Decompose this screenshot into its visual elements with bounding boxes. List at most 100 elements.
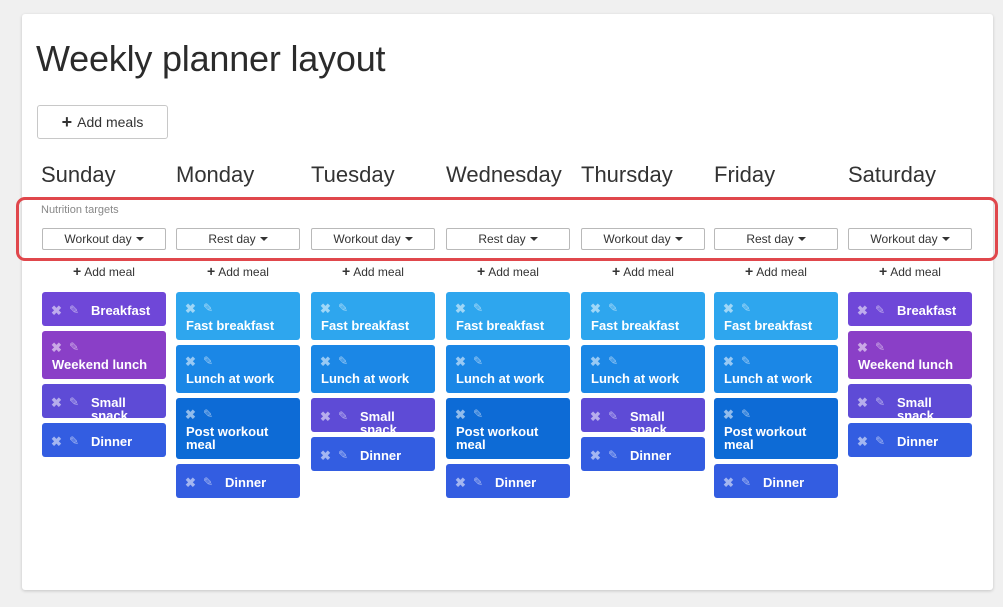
meal-label: Weekend lunch bbox=[858, 357, 954, 372]
remove-icon[interactable]: ✖ bbox=[723, 408, 734, 421]
pencil-icon[interactable]: ✎ bbox=[69, 435, 79, 447]
meal-card[interactable]: ✖ ✎ Small snack bbox=[42, 384, 166, 422]
remove-icon[interactable]: ✖ bbox=[185, 476, 196, 489]
meal-card[interactable]: ✖ ✎ Fast breakfast bbox=[176, 292, 300, 340]
remove-icon[interactable]: ✖ bbox=[185, 408, 196, 421]
meal-card[interactable]: ✖ ✎ Lunch at work bbox=[714, 345, 838, 393]
remove-icon[interactable]: ✖ bbox=[590, 410, 601, 423]
meal-card[interactable]: ✖ ✎ Fast breakfast bbox=[714, 292, 838, 340]
meal-label: Dinner bbox=[360, 448, 402, 463]
meal-card[interactable]: ✖ ✎ Fast breakfast bbox=[311, 292, 435, 340]
pencil-icon[interactable]: ✎ bbox=[69, 396, 79, 408]
meal-label: Dinner bbox=[225, 475, 267, 490]
pencil-icon[interactable]: ✎ bbox=[473, 476, 483, 488]
add-meal-link[interactable]: + Add meal bbox=[581, 263, 705, 279]
remove-icon[interactable]: ✖ bbox=[590, 449, 601, 462]
remove-icon[interactable]: ✖ bbox=[723, 476, 734, 489]
pencil-icon[interactable]: ✎ bbox=[203, 302, 213, 314]
remove-icon[interactable]: ✖ bbox=[51, 435, 62, 448]
meal-card[interactable]: ✖ ✎ Fast breakfast bbox=[581, 292, 705, 340]
remove-icon[interactable]: ✖ bbox=[857, 396, 868, 409]
pencil-icon[interactable]: ✎ bbox=[69, 304, 79, 316]
pencil-icon[interactable]: ✎ bbox=[203, 476, 213, 488]
day-name: Sunday bbox=[41, 162, 116, 187]
add-meal-link[interactable]: + Add meal bbox=[714, 263, 838, 279]
pencil-icon[interactable]: ✎ bbox=[875, 341, 885, 353]
add-meal-label: Add meal bbox=[84, 265, 135, 279]
pencil-icon[interactable]: ✎ bbox=[608, 410, 618, 422]
pencil-icon[interactable]: ✎ bbox=[473, 355, 483, 367]
pencil-icon[interactable]: ✎ bbox=[203, 355, 213, 367]
meal-card[interactable]: ✖ ✎ Breakfast bbox=[848, 292, 972, 326]
meal-card[interactable]: ✖ ✎ Dinner bbox=[581, 437, 705, 471]
meal-card[interactable]: ✖ ✎ Lunch at work bbox=[311, 345, 435, 393]
remove-icon[interactable]: ✖ bbox=[320, 355, 331, 368]
pencil-icon[interactable]: ✎ bbox=[608, 449, 618, 461]
meal-card[interactable]: ✖ ✎ Weekend lunch bbox=[848, 331, 972, 379]
meal-card[interactable]: ✖ ✎ Fast breakfast bbox=[446, 292, 570, 340]
add-meal-link[interactable]: + Add meal bbox=[311, 263, 435, 279]
meal-card[interactable]: ✖ ✎ Dinner bbox=[446, 464, 570, 498]
remove-icon[interactable]: ✖ bbox=[857, 435, 868, 448]
pencil-icon[interactable]: ✎ bbox=[203, 408, 213, 420]
pencil-icon[interactable]: ✎ bbox=[608, 302, 618, 314]
remove-icon[interactable]: ✖ bbox=[455, 355, 466, 368]
remove-icon[interactable]: ✖ bbox=[51, 341, 62, 354]
meal-card[interactable]: ✖ ✎ Weekend lunch bbox=[42, 331, 166, 379]
remove-icon[interactable]: ✖ bbox=[723, 355, 734, 368]
meal-label: Lunch at work bbox=[456, 371, 545, 386]
add-meals-button[interactable]: + Add meals bbox=[37, 105, 168, 139]
pencil-icon[interactable]: ✎ bbox=[741, 408, 751, 420]
meal-card[interactable]: ✖ ✎ Dinner bbox=[848, 423, 972, 457]
remove-icon[interactable]: ✖ bbox=[455, 302, 466, 315]
meal-card[interactable]: ✖ ✎ Lunch at work bbox=[446, 345, 570, 393]
pencil-icon[interactable]: ✎ bbox=[338, 449, 348, 461]
remove-icon[interactable]: ✖ bbox=[51, 304, 62, 317]
plus-icon: + bbox=[612, 263, 621, 279]
pencil-icon[interactable]: ✎ bbox=[338, 302, 348, 314]
add-meal-link[interactable]: + Add meal bbox=[446, 263, 570, 279]
remove-icon[interactable]: ✖ bbox=[51, 396, 62, 409]
meal-card[interactable]: ✖ ✎ Dinner bbox=[176, 464, 300, 498]
pencil-icon[interactable]: ✎ bbox=[338, 410, 348, 422]
add-meal-link[interactable]: + Add meal bbox=[42, 263, 166, 279]
remove-icon[interactable]: ✖ bbox=[455, 476, 466, 489]
meal-label: Post workout meal bbox=[456, 424, 539, 452]
pencil-icon[interactable]: ✎ bbox=[473, 408, 483, 420]
meal-card[interactable]: ✖ ✎ Small snack bbox=[848, 384, 972, 422]
pencil-icon[interactable]: ✎ bbox=[473, 302, 483, 314]
remove-icon[interactable]: ✖ bbox=[590, 355, 601, 368]
pencil-icon[interactable]: ✎ bbox=[875, 304, 885, 316]
remove-icon[interactable]: ✖ bbox=[320, 410, 331, 423]
meal-card[interactable]: ✖ ✎ Post workout meal bbox=[176, 398, 300, 459]
meal-card[interactable]: ✖ ✎ Small snack bbox=[581, 398, 705, 436]
meal-card[interactable]: ✖ ✎ Dinner bbox=[714, 464, 838, 498]
pencil-icon[interactable]: ✎ bbox=[608, 355, 618, 367]
meal-card[interactable]: ✖ ✎ Dinner bbox=[311, 437, 435, 471]
remove-icon[interactable]: ✖ bbox=[857, 304, 868, 317]
meal-card[interactable]: ✖ ✎ Post workout meal bbox=[714, 398, 838, 459]
pencil-icon[interactable]: ✎ bbox=[741, 355, 751, 367]
remove-icon[interactable]: ✖ bbox=[185, 355, 196, 368]
remove-icon[interactable]: ✖ bbox=[857, 341, 868, 354]
remove-icon[interactable]: ✖ bbox=[320, 449, 331, 462]
add-meal-link[interactable]: + Add meal bbox=[848, 263, 972, 279]
pencil-icon[interactable]: ✎ bbox=[338, 355, 348, 367]
meal-card[interactable]: ✖ ✎ Lunch at work bbox=[581, 345, 705, 393]
meal-card[interactable]: ✖ ✎ Post workout meal bbox=[446, 398, 570, 459]
pencil-icon[interactable]: ✎ bbox=[875, 435, 885, 447]
meal-card[interactable]: ✖ ✎ Small snack bbox=[311, 398, 435, 436]
remove-icon[interactable]: ✖ bbox=[185, 302, 196, 315]
pencil-icon[interactable]: ✎ bbox=[69, 341, 79, 353]
meal-card[interactable]: ✖ ✎ Breakfast bbox=[42, 292, 166, 326]
remove-icon[interactable]: ✖ bbox=[320, 302, 331, 315]
meal-card[interactable]: ✖ ✎ Dinner bbox=[42, 423, 166, 457]
pencil-icon[interactable]: ✎ bbox=[875, 396, 885, 408]
remove-icon[interactable]: ✖ bbox=[455, 408, 466, 421]
meal-card[interactable]: ✖ ✎ Lunch at work bbox=[176, 345, 300, 393]
pencil-icon[interactable]: ✎ bbox=[741, 476, 751, 488]
remove-icon[interactable]: ✖ bbox=[723, 302, 734, 315]
remove-icon[interactable]: ✖ bbox=[590, 302, 601, 315]
pencil-icon[interactable]: ✎ bbox=[741, 302, 751, 314]
add-meal-link[interactable]: + Add meal bbox=[176, 263, 300, 279]
